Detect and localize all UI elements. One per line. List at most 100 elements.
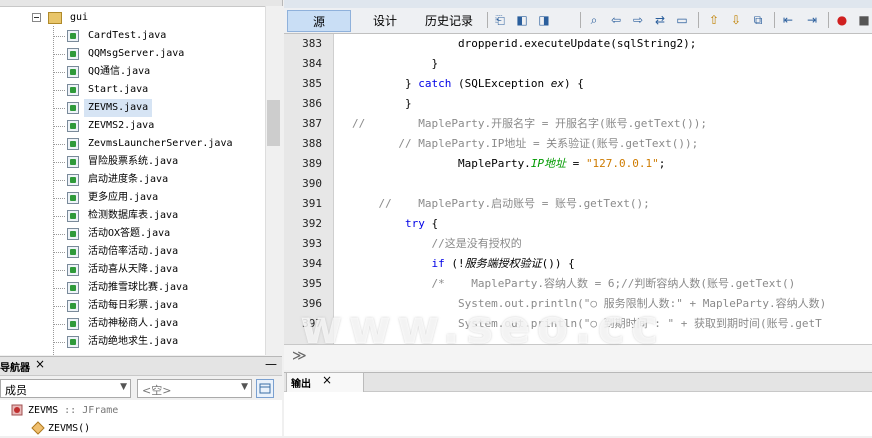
- forward-icon[interactable]: ◨: [536, 12, 552, 28]
- tree-file-item[interactable]: 活动喜从天降.java: [0, 261, 265, 279]
- navigator-options-button[interactable]: [256, 379, 274, 398]
- find-next-icon[interactable]: ⇨: [630, 12, 646, 28]
- output-panel[interactable]: [284, 392, 872, 436]
- toggle-bookmark-icon[interactable]: ⧉: [750, 12, 766, 28]
- code-line[interactable]: dropperid.executeUpdate(sqlString2);: [352, 34, 696, 54]
- navigator-title[interactable]: 导航器: [0, 359, 30, 374]
- tree-file-item[interactable]: Start.java: [0, 81, 265, 99]
- shift-left-icon[interactable]: ⇤: [780, 12, 796, 28]
- tree-file-item[interactable]: ZevmsLauncherServer.java: [0, 135, 265, 153]
- find-selection-icon[interactable]: ⇄: [652, 12, 668, 28]
- next-bookmark-icon[interactable]: ⇩: [728, 12, 744, 28]
- navigator-item-constructor[interactable]: ZEVMS(): [30, 420, 90, 438]
- code-line[interactable]: }: [352, 54, 438, 74]
- tab-history[interactable]: 历史记录: [418, 10, 480, 32]
- code-token: /* MapleParty.容纳人数 = 6;//判断容纳人数(账号.getTe…: [352, 277, 796, 290]
- line-number: 383: [302, 37, 322, 50]
- tree-file-item[interactable]: ZEVMS.java: [0, 99, 265, 117]
- code-line[interactable]: try {: [352, 214, 438, 234]
- tree-file-item[interactable]: 启动进度条.java: [0, 171, 265, 189]
- navigator-item-label: ZEVMS: [28, 405, 59, 416]
- tree-connector: [53, 270, 65, 271]
- code-line[interactable]: // MapleParty.IP地址 = 关系验证(账号.getText());: [352, 134, 698, 154]
- java-file-icon: [67, 210, 79, 222]
- code-token: (SQLException: [451, 77, 551, 90]
- code-token: ) {: [563, 77, 584, 90]
- tree-file-item[interactable]: QQ通信.java: [0, 63, 265, 81]
- tree-scrollbar[interactable]: [265, 6, 283, 355]
- tree-connector: [53, 126, 65, 127]
- tree-file-item[interactable]: 检测数据库表.java: [0, 207, 265, 225]
- code-line[interactable]: }: [352, 94, 412, 114]
- tree-file-item[interactable]: 活动OX答题.java: [0, 225, 265, 243]
- output-title[interactable]: 输出: [291, 375, 311, 390]
- package-icon: [48, 12, 62, 24]
- code-token: dropperid.executeUpdate(sqlString2);: [352, 37, 697, 50]
- collapse-icon[interactable]: [32, 13, 41, 22]
- code-token: }: [352, 57, 439, 70]
- code-token: ex: [550, 77, 564, 90]
- tab-source[interactable]: 源: [287, 10, 351, 32]
- tree-file-item[interactable]: 更多应用.java: [0, 189, 265, 207]
- tree-scrollbar-thumb[interactable]: [267, 100, 280, 146]
- tree-file-item[interactable]: 活动推雪球比赛.java: [0, 279, 265, 297]
- code-line[interactable]: // MapleParty.开服名字 = 开服名字(账号.getText());: [352, 114, 707, 134]
- line-number: 394: [302, 257, 322, 270]
- navigator-member-select[interactable]: <空> ▼: [137, 379, 252, 398]
- tree-package-gui[interactable]: gui: [0, 9, 282, 27]
- constructor-icon: [31, 421, 45, 435]
- tree-file-item[interactable]: 冒险股票系统.java: [0, 153, 265, 171]
- java-file-icon: [67, 264, 79, 276]
- navigator-item-label: ZEVMS(): [48, 423, 91, 434]
- tree-file-item[interactable]: 活动神秘商人.java: [0, 315, 265, 333]
- line-number: 390: [302, 177, 322, 190]
- code-token: IP地址: [530, 157, 567, 170]
- code-line[interactable]: } catch (SQLException ex) {: [352, 74, 584, 94]
- tree-file-label: QQ通信.java: [88, 66, 151, 77]
- code-line[interactable]: if (!服务端授权验证()) {: [352, 254, 574, 274]
- tree-connector: [53, 90, 65, 91]
- toolbar-separator: [580, 12, 581, 28]
- code-token: // MapleParty.开服名字 = 开服名字(账号.getText());: [352, 117, 708, 130]
- navigator-close-icon[interactable]: ×: [35, 357, 45, 371]
- code-line[interactable]: // MapleParty.启动账号 = 账号.getText();: [352, 194, 649, 214]
- code-token: "127.0.0.1": [585, 157, 659, 170]
- previous-bookmark-icon[interactable]: ⇧: [706, 12, 722, 28]
- java-file-icon: [67, 318, 79, 330]
- find-previous-icon[interactable]: ⇦: [608, 12, 624, 28]
- tree-file-label: CardTest.java: [88, 30, 167, 41]
- navigator-item-class[interactable]: ZEVMS :: JFrame: [4, 402, 118, 420]
- code-token: 服务端授权验证: [464, 257, 542, 270]
- code-line[interactable]: /* MapleParty.容纳人数 = 6;//判断容纳人数(账号.getTe…: [352, 274, 795, 294]
- tab-design[interactable]: 设计: [360, 10, 410, 32]
- output-close-icon[interactable]: ×: [322, 373, 332, 387]
- tree-file-label: 活动OX答题.java: [88, 228, 171, 239]
- last-edit-icon[interactable]: ⎗: [492, 12, 508, 28]
- record-macro-icon[interactable]: ●: [834, 12, 850, 28]
- tree-file-item[interactable]: 活动倍率活动.java: [0, 243, 265, 261]
- package-label: gui: [70, 12, 89, 23]
- code-line[interactable]: MapleParty.IP地址 = "127.0.0.1";: [352, 154, 665, 174]
- line-number: 386: [302, 97, 322, 110]
- window-icon: [259, 383, 271, 394]
- toolbar-separator: [487, 12, 488, 28]
- tree-file-item[interactable]: QQMsgServer.java: [0, 45, 265, 63]
- tree-file-item[interactable]: 活动绝地求生.java: [0, 333, 265, 351]
- code-line[interactable]: //这是没有授权的: [352, 234, 522, 254]
- tree-file-label: 活动喜从天降.java: [88, 264, 179, 275]
- project-tabs[interactable]: [0, 0, 282, 7]
- tree-file-item[interactable]: CardTest.java: [0, 27, 265, 45]
- back-icon[interactable]: ◧: [514, 12, 530, 28]
- code-token: //这是没有授权的: [352, 237, 522, 250]
- stop-macro-icon[interactable]: ■: [856, 12, 872, 28]
- tree-file-item[interactable]: 活动每日彩票.java: [0, 297, 265, 315]
- toggle-highlight-icon[interactable]: ▭: [674, 12, 690, 28]
- find-icon[interactable]: ⌕: [586, 12, 602, 28]
- shift-right-icon[interactable]: ⇥: [804, 12, 820, 28]
- watermark: www.seo.cc: [300, 300, 665, 354]
- navigator-minimize-icon[interactable]: —: [265, 357, 277, 371]
- navigator-filter-select[interactable]: 成员 ▼: [0, 379, 131, 398]
- java-file-icon: [67, 138, 79, 150]
- tree-file-item[interactable]: ZEVMS2.java: [0, 117, 265, 135]
